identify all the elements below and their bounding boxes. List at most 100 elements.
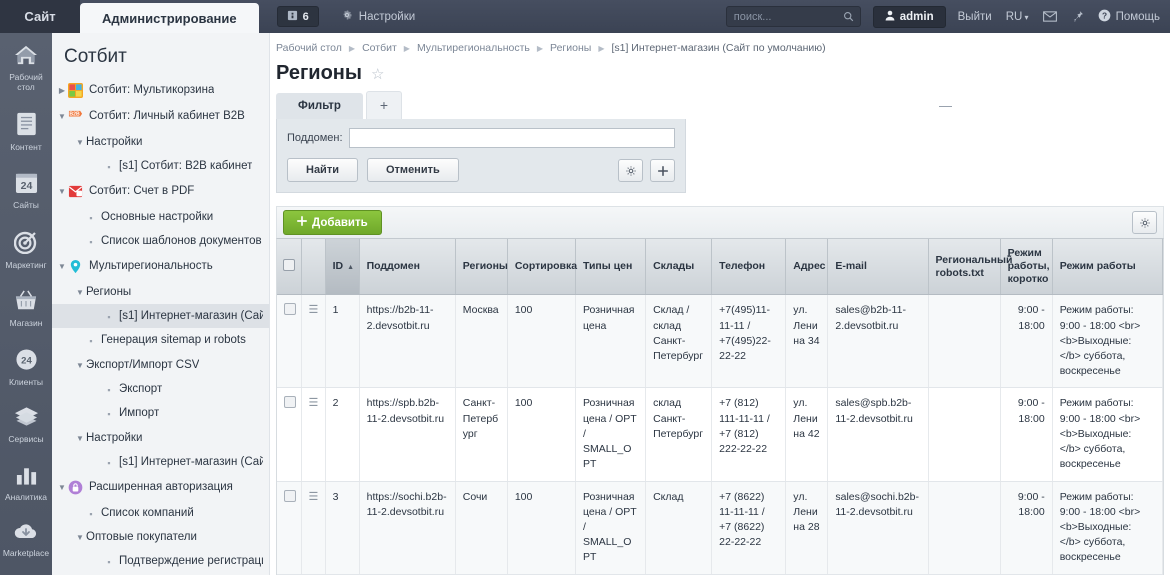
rail-item-content[interactable]: Контент	[0, 101, 52, 161]
table-row[interactable]: ☰ 1 https://b2b-11-2.devsotbit.ru Москва 100…	[277, 294, 1163, 389]
collapse-filter-button[interactable]: —	[939, 98, 952, 113]
row-checkbox[interactable]	[284, 303, 296, 316]
rail-item-services[interactable]: Сервисы	[0, 395, 52, 453]
table-row[interactable]: ☰ 2 https://spb.b2b-11-2.devsotbit.ru Санкт…	[277, 387, 1163, 482]
filter-settings-gear-icon[interactable]	[618, 159, 643, 182]
favorite-star-icon[interactable]: ☆	[371, 65, 384, 83]
row-select-cell[interactable]	[277, 387, 302, 482]
sidebar-item[interactable]: ▪ [s1] Интернет-магазин (Сайт по умолчани…	[52, 450, 269, 474]
notifications-counter[interactable]: 6	[276, 6, 319, 27]
sidebar-item[interactable]: ▪ [s1] Интернет-магазин (Сайт по умолчани…	[52, 303, 269, 329]
col-header-stores[interactable]: Склады	[645, 239, 713, 296]
cell-address: ул. Ленина 28	[785, 481, 829, 575]
rail-item-marketplace[interactable]: Marketplace	[0, 511, 52, 567]
rail-item-desktop[interactable]: Рабочий стол	[0, 33, 52, 101]
chevron-down-icon[interactable]: ▼	[74, 138, 86, 147]
sidebar-item[interactable]: ▼ Настройки	[52, 130, 269, 154]
add-filter-tab-button[interactable]: +	[365, 91, 403, 119]
search-input[interactable]	[726, 9, 832, 24]
rail-item-marketing[interactable]: Маркетинг	[0, 219, 52, 279]
row-actions-cell[interactable]: ☰	[301, 387, 326, 482]
sidebar-item[interactable]: ▪ Импорт	[52, 401, 269, 425]
chevron-right-icon[interactable]: ▶	[56, 86, 68, 95]
language-selector[interactable]: RU ▾	[1006, 11, 1029, 23]
chevron-down-icon[interactable]: ▼	[74, 533, 86, 542]
mail-icon[interactable]	[1042, 11, 1057, 22]
sidebar-item[interactable]: ▪ Подтверждение регистрации	[52, 549, 269, 573]
chevron-down-icon[interactable]: ▼	[56, 483, 68, 492]
row-checkbox[interactable]	[284, 396, 296, 409]
col-header-subdomain[interactable]: Поддомен	[359, 239, 456, 296]
logout-link[interactable]: Выйти	[958, 11, 992, 23]
sidebar-item[interactable]: ▼ Мультирегиональность	[52, 254, 269, 280]
breadcrumb-item[interactable]: Сотбит	[362, 42, 397, 54]
select-all-header[interactable]	[277, 239, 302, 296]
user-menu-admin[interactable]: admin	[872, 5, 946, 28]
bullet-icon: ▪	[107, 458, 111, 469]
rail-item-analytics[interactable]: Аналитика	[0, 453, 52, 511]
filter-subdomain-input[interactable]	[349, 128, 675, 148]
sidebar-item[interactable]: ▼ Сотбит: Счет в PDF	[52, 179, 269, 205]
sidebar-item[interactable]: ▼ Оптовые покупатели	[52, 525, 269, 549]
chevron-down-icon[interactable]: ▼	[56, 262, 68, 271]
tab-site[interactable]: Сайт	[0, 0, 80, 33]
col-header-email[interactable]: E-mail	[827, 239, 929, 296]
add-button[interactable]: Добавить	[283, 210, 382, 235]
sidebar-item[interactable]: ▪ Список компаний	[52, 501, 269, 525]
chevron-down-icon[interactable]: ▼	[74, 288, 86, 297]
col-header-robots[interactable]: Региональный robots.txt	[928, 239, 1012, 296]
col-header-phone[interactable]: Телефон	[711, 239, 787, 296]
chevron-down-icon[interactable]: ▼	[56, 112, 68, 121]
filter-add-icon[interactable]	[650, 159, 675, 182]
global-search[interactable]	[725, 6, 861, 27]
row-menu-icon[interactable]: ☰	[309, 397, 319, 409]
sidebar-item[interactable]: ▪ Экспорт	[52, 377, 269, 401]
breadcrumb-item[interactable]: Мультирегиональность	[417, 42, 530, 54]
col-header-schedule[interactable]: Режим работы	[1052, 239, 1163, 296]
select-all-checkbox[interactable]	[282, 258, 295, 271]
row-actions-cell[interactable]: ☰	[301, 294, 326, 389]
cancel-button[interactable]: Отменить	[366, 158, 459, 182]
row-checkbox[interactable]	[284, 489, 296, 502]
row-menu-icon[interactable]: ☰	[309, 304, 319, 316]
sidebar-item[interactable]: ▼ Настройки	[52, 426, 269, 450]
tab-administration[interactable]: Администрирование	[80, 3, 259, 33]
sidebar-item[interactable]: ▼ Расширенная авторизация	[52, 475, 269, 501]
sidebar-nav-tree: Сотбит ▶ Сотбит: Мультикорзина ▼ B2B Сотбит:…	[52, 33, 270, 575]
sidebar-item[interactable]: ▪ Генерация sitemap и robots	[52, 328, 269, 352]
rail-item-sites[interactable]: 24 Сайты	[0, 160, 52, 219]
pin-icon[interactable]	[1071, 10, 1084, 23]
chevron-down-icon[interactable]: ▼	[74, 434, 86, 443]
row-actions-cell[interactable]: ☰	[301, 481, 326, 575]
table-settings-gear-icon[interactable]	[1132, 211, 1157, 234]
rail-item-clients[interactable]: 24 Клиенты	[0, 337, 52, 396]
sidebar-item[interactable]: ▪ [s1] Сотбит: B2B кабинет	[52, 154, 269, 178]
row-select-cell[interactable]	[277, 294, 302, 389]
search-icon[interactable]	[843, 11, 854, 22]
chevron-down-icon[interactable]: ▼	[74, 361, 86, 370]
row-select-cell[interactable]	[277, 481, 302, 575]
rail-item-bitrix24[interactable]: Переход вБитрикс24	[0, 567, 52, 575]
find-button[interactable]: Найти	[287, 158, 358, 182]
sidebar-item[interactable]: ▼ Регионы	[52, 280, 269, 304]
col-header-id[interactable]: ID ▲	[325, 239, 360, 296]
row-menu-icon[interactable]: ☰	[309, 491, 319, 503]
col-header-price-types[interactable]: Типы цен	[575, 239, 647, 296]
sidebar-item[interactable]: ▼ Экспорт/Импорт CSV	[52, 353, 269, 377]
col-header-sort[interactable]: Сортировка	[507, 239, 577, 296]
sidebar-item[interactable]: ▶ Сотбит: Мультикорзина	[52, 78, 269, 104]
table-row[interactable]: ☰ 3 https://sochi.b2b-11-2.devsotbit.ru Соч…	[277, 481, 1163, 575]
breadcrumb-item[interactable]: Рабочий стол	[276, 42, 342, 54]
rail-item-shop[interactable]: Магазин	[0, 279, 52, 337]
help-link[interactable]: ? Помощь	[1098, 9, 1160, 25]
sidebar-item[interactable]: ▼ B2B Сотбит: Личный кабинет B2B	[52, 104, 269, 130]
col-header-schedule-short[interactable]: Режим работы, коротко	[1000, 239, 1053, 296]
sidebar-item[interactable]: ▪ Список шаблонов документов	[52, 229, 269, 253]
col-header-address[interactable]: Адрес	[785, 239, 829, 296]
chevron-down-icon[interactable]: ▼	[56, 187, 68, 196]
header-settings-link[interactable]: Настройки	[341, 0, 415, 33]
tab-filter[interactable]: Фильтр	[276, 93, 363, 119]
col-header-regions[interactable]: Регионы	[455, 239, 508, 296]
sidebar-item[interactable]: ▪ Основные настройки	[52, 205, 269, 229]
breadcrumb-item[interactable]: Регионы	[550, 42, 591, 54]
